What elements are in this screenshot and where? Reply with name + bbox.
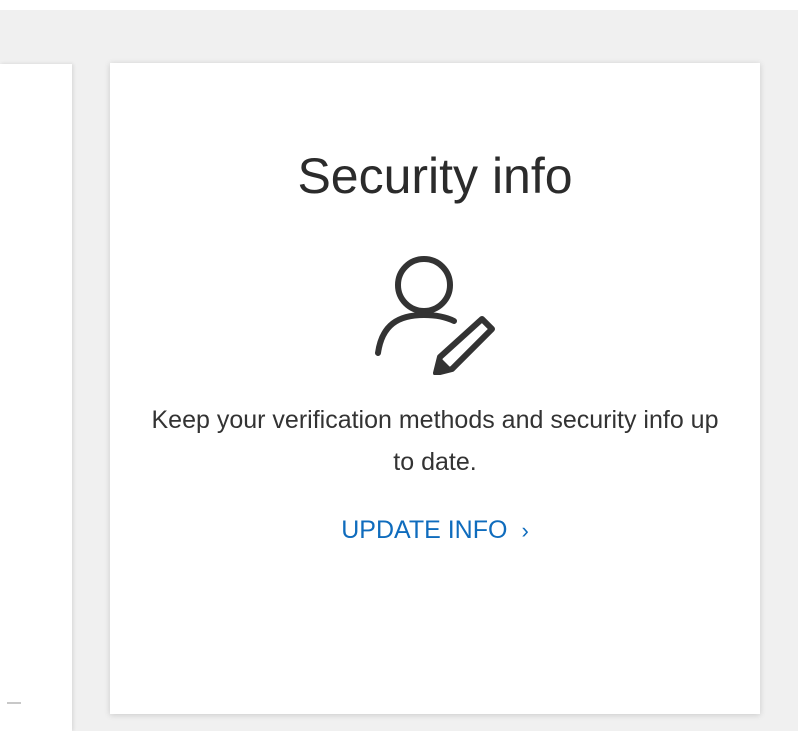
card-title: Security info [297,148,573,204]
chevron-right-icon: › [521,518,529,543]
adjacent-card [0,64,72,731]
update-info-label: UPDATE INFO [341,516,508,544]
security-info-card: Security info Keep your verification met… [110,63,760,714]
divider [7,702,21,704]
card-description: Keep your verification methods and secur… [151,406,719,476]
update-info-link[interactable]: UPDATE INFO › [110,513,760,548]
user-edit-icon [370,245,500,376]
